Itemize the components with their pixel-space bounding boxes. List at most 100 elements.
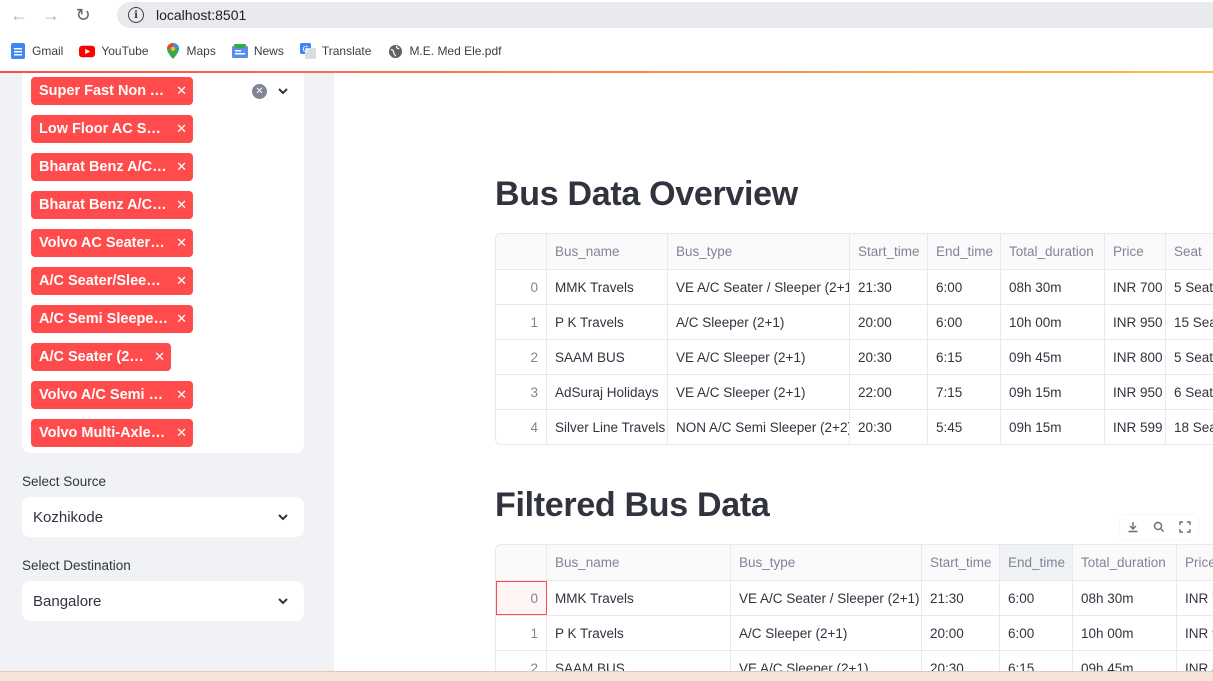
bookmark-maps[interactable]: Maps — [165, 43, 216, 59]
column-header[interactable]: End_time — [1000, 545, 1073, 580]
table-cell[interactable]: P K Travels — [547, 305, 668, 339]
table-row[interactable]: 1 P K Travels A/C Sleeper (2+1) 20:00 6:… — [496, 616, 1213, 651]
table-cell[interactable]: 20:00 — [922, 616, 1000, 650]
row-index[interactable]: 0 — [496, 581, 547, 615]
bus-type-tag[interactable]: Volvo A/C Semi Sleeper (2+2) ✕ — [31, 381, 193, 409]
column-header[interactable]: Bus_type — [731, 545, 922, 580]
table-cell[interactable]: INR 800 — [1105, 340, 1166, 374]
tag-remove-icon[interactable]: ✕ — [176, 197, 187, 213]
tag-remove-icon[interactable]: ✕ — [176, 425, 187, 441]
address-bar[interactable]: i localhost:8501 — [117, 2, 1213, 28]
table-cell[interactable]: 5 Seats — [1166, 270, 1213, 304]
info-icon[interactable]: i — [128, 7, 144, 23]
table-cell[interactable]: VE A/C Seater / Sleeper (2+1) — [668, 270, 850, 304]
column-header[interactable]: Bus_type — [668, 234, 850, 269]
chevron-down-icon[interactable] — [276, 84, 290, 98]
column-header[interactable]: Total_duration — [1073, 545, 1177, 580]
tag-remove-icon[interactable]: ✕ — [176, 121, 187, 137]
forward-arrow-icon[interactable]: → — [38, 2, 64, 28]
bookmark-youtube[interactable]: YouTube — [79, 43, 149, 59]
bus-type-tag[interactable]: Volvo AC Seater (2+2) ✕ — [31, 229, 193, 257]
column-header[interactable]: Bus_name — [547, 234, 668, 269]
table-cell[interactable]: INR 599 — [1105, 410, 1166, 444]
table-cell[interactable]: AdSuraj Holidays — [547, 375, 668, 409]
tag-remove-icon[interactable]: ✕ — [176, 273, 187, 289]
column-header[interactable]: Seat — [1166, 234, 1213, 269]
bus-type-tag[interactable]: A/C Seater/Sleeper (2+1) ✕ — [31, 267, 193, 295]
column-header[interactable]: Total_duration — [1001, 234, 1105, 269]
table-cell[interactable]: A/C Sleeper (2+1) — [668, 305, 850, 339]
column-header[interactable]: Bus_name — [547, 545, 731, 580]
table-cell[interactable]: 21:30 — [850, 270, 928, 304]
bookmark-gmail[interactable]: Gmail — [10, 43, 63, 59]
bus-type-tag[interactable]: Bharat Benz A/C Seater /Sleeper (2+1) ✕ — [31, 191, 193, 219]
table-cell[interactable]: 09h 45m — [1001, 340, 1105, 374]
table-cell[interactable]: 15 Seats — [1166, 305, 1213, 339]
filtered-table[interactable]: Bus_name Bus_type Start_time End_time To… — [495, 544, 1213, 676]
tag-remove-icon[interactable]: ✕ — [176, 311, 187, 327]
table-cell[interactable]: SAAM BUS — [547, 340, 668, 374]
url-text[interactable]: localhost:8501 — [156, 7, 246, 23]
table-cell[interactable]: MMK Travels — [547, 270, 668, 304]
table-cell[interactable]: 5 Seats — [1166, 340, 1213, 374]
table-row[interactable]: 3 AdSuraj Holidays VE A/C Sleeper (2+1) … — [496, 375, 1213, 410]
table-cell[interactable]: 18 Seats — [1166, 410, 1213, 444]
back-arrow-icon[interactable]: ← — [6, 2, 32, 28]
table-cell[interactable]: NON A/C Semi Sleeper (2+2) — [668, 410, 850, 444]
source-select[interactable]: Kozhikode — [22, 497, 304, 537]
table-cell[interactable]: 6:00 — [928, 305, 1001, 339]
table-cell[interactable]: Silver Line Travels — [547, 410, 668, 444]
table-cell[interactable]: 6:00 — [928, 270, 1001, 304]
table-row[interactable]: 2 SAAM BUS VE A/C Sleeper (2+1) 20:30 6:… — [496, 340, 1213, 375]
tag-remove-icon[interactable]: ✕ — [176, 159, 187, 175]
overview-table[interactable]: Bus_name Bus_type Start_time End_time To… — [495, 233, 1213, 445]
table-cell[interactable]: VE A/C Seater / Sleeper (2+1) — [731, 581, 922, 615]
table-cell[interactable]: 08h 30m — [1001, 270, 1105, 304]
table-cell[interactable]: 10h 00m — [1001, 305, 1105, 339]
column-header[interactable]: Price — [1105, 234, 1166, 269]
table-cell[interactable]: MMK Travels — [547, 581, 731, 615]
table-cell[interactable]: 09h 15m — [1001, 410, 1105, 444]
tag-remove-icon[interactable]: ✕ — [176, 387, 187, 403]
table-cell[interactable]: VE A/C Sleeper (2+1) — [668, 340, 850, 374]
column-header[interactable]: End_time — [928, 234, 1001, 269]
bus-type-tag[interactable]: A/C Semi Sleeper (2+2) ✕ — [31, 305, 193, 333]
table-cell[interactable]: A/C Sleeper (2+1) — [731, 616, 922, 650]
table-row[interactable]: 1 P K Travels A/C Sleeper (2+1) 20:00 6:… — [496, 305, 1213, 340]
column-header[interactable]: Start_time — [850, 234, 928, 269]
bookmark-pdf[interactable]: M.E. Med Ele.pdf — [387, 43, 501, 59]
download-icon[interactable] — [1124, 518, 1142, 536]
search-icon[interactable] — [1150, 518, 1168, 536]
bus-type-tag[interactable]: Super Fast Non AC Seater (3+2) ✕ — [31, 77, 193, 105]
table-cell[interactable]: 09h 15m — [1001, 375, 1105, 409]
table-cell[interactable]: 08h 30m — [1073, 581, 1177, 615]
table-cell[interactable]: 20:30 — [850, 410, 928, 444]
table-cell[interactable]: 10h 00m — [1073, 616, 1177, 650]
table-cell[interactable]: VE A/C Sleeper (2+1) — [668, 375, 850, 409]
bus-type-multiselect[interactable]: Super Fast Non AC Seater (3+2) ✕ Low Flo… — [22, 73, 304, 453]
table-row[interactable]: 4 Silver Line Travels NON A/C Semi Sleep… — [496, 410, 1213, 444]
tag-remove-icon[interactable]: ✕ — [154, 349, 165, 365]
table-cell[interactable]: INR 700 — [1177, 581, 1213, 615]
bus-type-tag[interactable]: Bharat Benz A/C Sleeper (2+1) ✕ — [31, 153, 193, 181]
table-cell[interactable]: 6:00 — [1000, 581, 1073, 615]
table-cell[interactable]: INR 950 — [1105, 375, 1166, 409]
table-cell[interactable]: INR 950 — [1105, 305, 1166, 339]
tag-remove-icon[interactable]: ✕ — [176, 83, 187, 99]
table-cell[interactable]: 22:00 — [850, 375, 928, 409]
table-cell[interactable]: 21:30 — [922, 581, 1000, 615]
table-cell[interactable]: 5:45 — [928, 410, 1001, 444]
table-cell[interactable]: 6:15 — [928, 340, 1001, 374]
column-header[interactable]: Start_time — [922, 545, 1000, 580]
fullscreen-icon[interactable] — [1176, 518, 1194, 536]
table-cell[interactable]: 6 Seats — [1166, 375, 1213, 409]
column-header[interactable]: Price — [1177, 545, 1213, 580]
table-cell[interactable]: 6:00 — [1000, 616, 1073, 650]
table-row[interactable]: 0 MMK Travels VE A/C Seater / Sleeper (2… — [496, 581, 1213, 616]
bus-type-tag[interactable]: Volvo Multi-Axle A/C Sleeper ✕ — [31, 419, 193, 447]
bus-type-tag[interactable]: A/C Seater (2+2) ✕ — [31, 343, 171, 371]
bookmark-translate[interactable]: G Translate — [299, 43, 371, 59]
table-cell[interactable]: 20:30 — [850, 340, 928, 374]
table-cell[interactable]: INR 700 — [1105, 270, 1166, 304]
destination-select[interactable]: Bangalore — [22, 581, 304, 621]
